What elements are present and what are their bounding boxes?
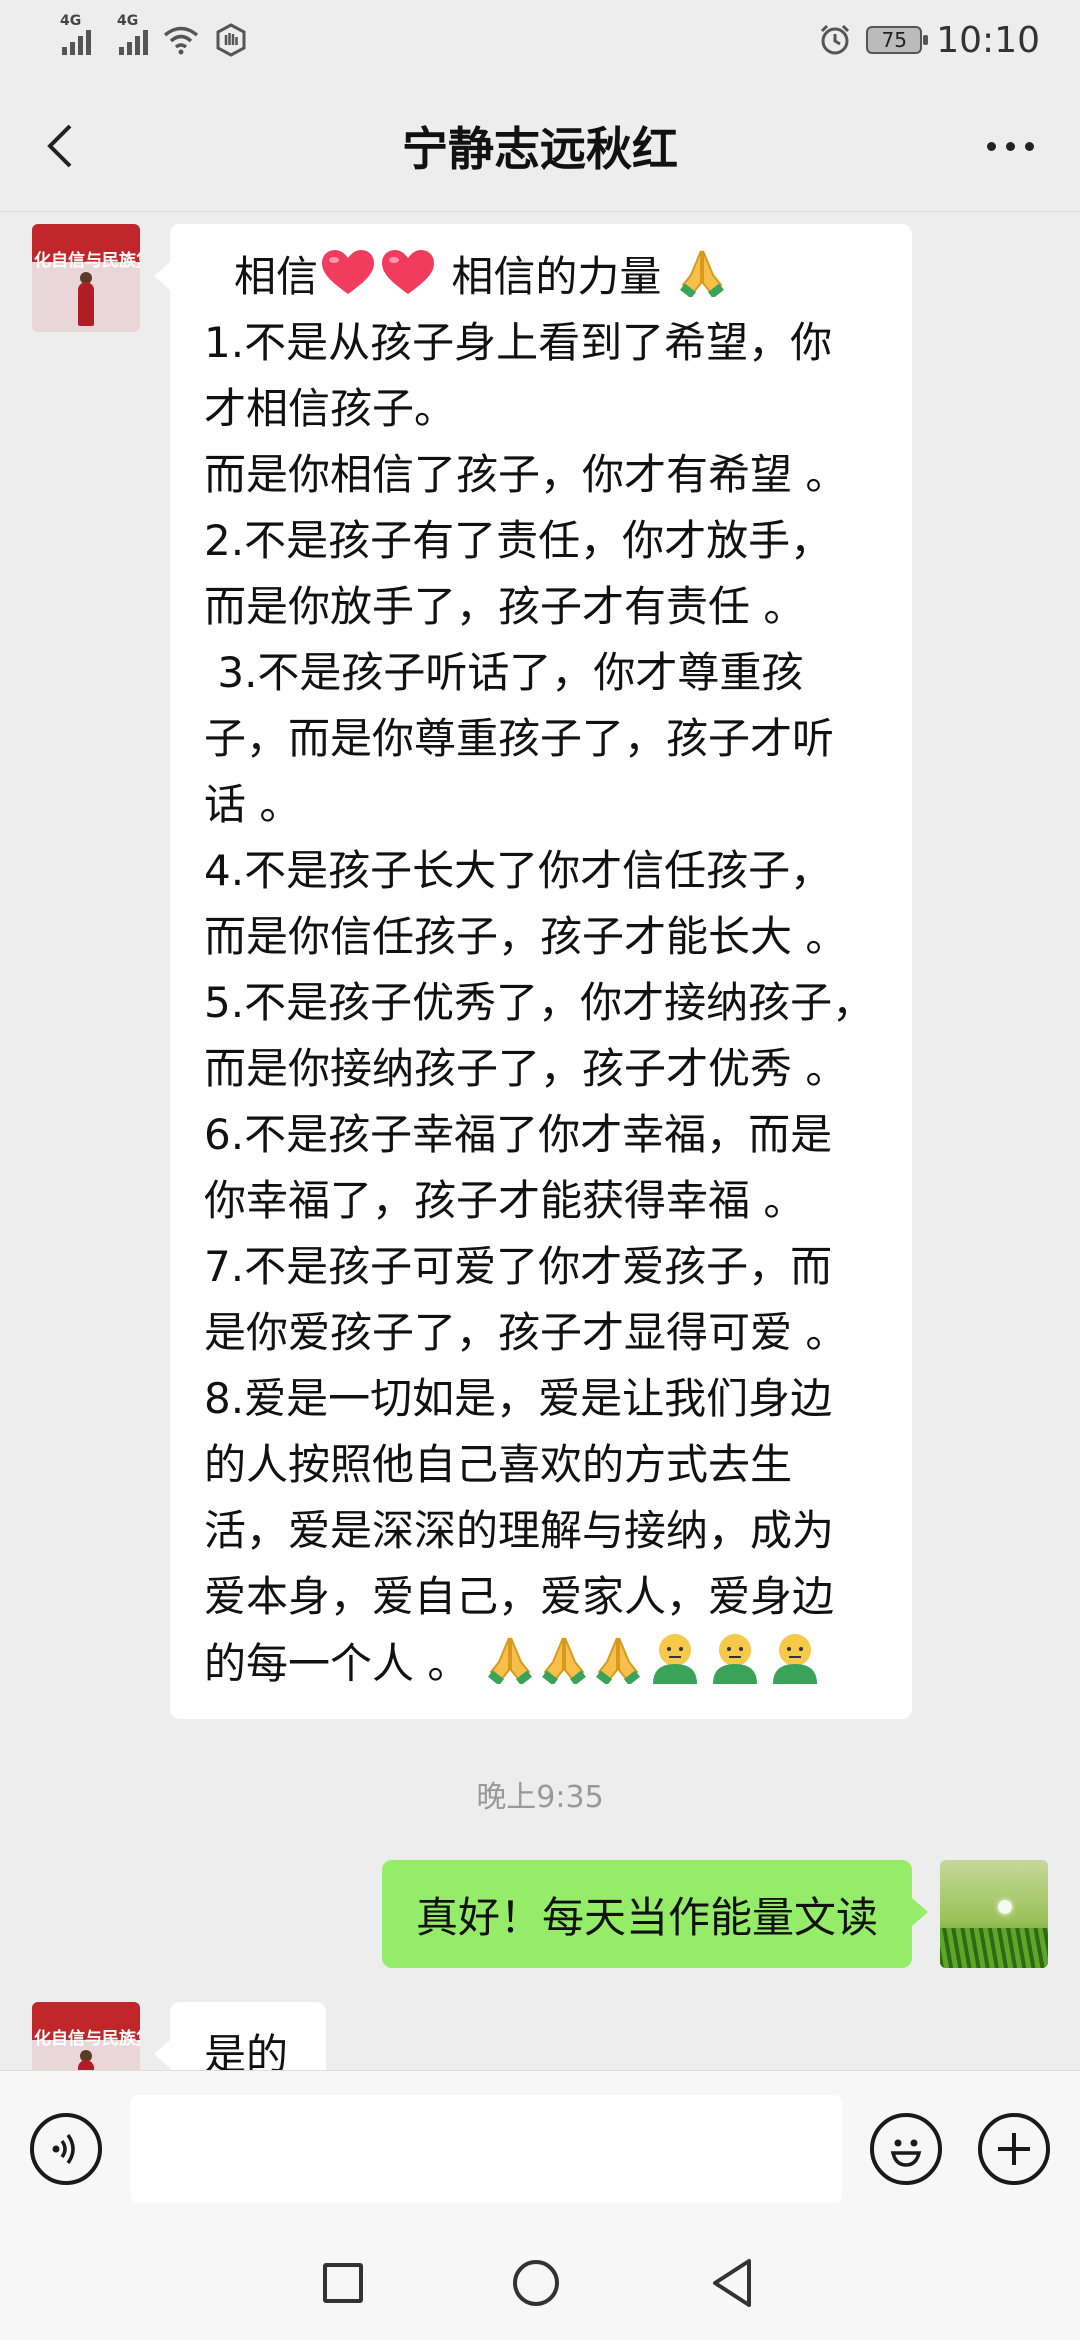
pray-icon xyxy=(679,250,724,297)
avatar-caption: 化自信与民族复 xyxy=(34,2029,140,2049)
chat-messages[interactable]: 化自信与民族复 相信 相信的力量 1.不是从孩子身上看到了希望，你 才相信孩子。… xyxy=(0,212,1080,2070)
message-line: 5.不是孩子优秀了，你才接纳孩子， xyxy=(204,978,875,1027)
message-line: 1.不是从孩子身上看到了希望，你 xyxy=(204,318,833,367)
back-button[interactable] xyxy=(30,114,94,178)
avatar-caption: 化自信与民族复 xyxy=(34,251,140,271)
system-nav-bar xyxy=(0,2226,1080,2340)
chat-header: 宁静志远秋红 xyxy=(0,80,1080,212)
alarm-icon xyxy=(821,24,850,55)
signal-icon-2: 4G xyxy=(117,13,148,55)
voice-button[interactable] xyxy=(30,2113,102,2185)
emoji-icon xyxy=(890,2139,922,2167)
avatar-grass xyxy=(940,1928,1048,1968)
avatar-person-figure xyxy=(78,2060,94,2070)
person-icon xyxy=(652,1634,697,1684)
status-left: 4G 4G xyxy=(60,13,248,57)
plus-icon xyxy=(998,2133,1030,2165)
message-line: 3.不是孩子听话了，你才尊重孩 xyxy=(204,648,804,697)
message-line: 子，而是你尊重孩子了，孩子才听 xyxy=(204,714,835,763)
message-line: 你幸福了，孩子才能获得幸福 。 xyxy=(204,1176,806,1225)
message-text: 的每一个人 。 xyxy=(204,1639,470,1688)
message-bubble-incoming[interactable]: 相信 相信的力量 1.不是从孩子身上看到了希望，你 才相信孩子。 而是你相信了孩… xyxy=(154,224,912,1719)
message-line: 8.爱是一切如是，爱是让我们身边 xyxy=(204,1374,833,1423)
chat-title: 宁静志远秋红 xyxy=(402,121,678,176)
input-bar xyxy=(0,2070,1080,2226)
message-text: 相信 xyxy=(234,252,319,301)
message-line: 才相信孩子。 xyxy=(204,384,457,433)
message-timestamp: 晚上9:35 xyxy=(476,1780,604,1815)
message-text: 真好！每天当作能量文读 xyxy=(415,1892,878,1942)
person-icon xyxy=(712,1634,757,1684)
message-bubble-outgoing[interactable]: 真好！每天当作能量文读 xyxy=(381,1860,929,1968)
message-text: 相信的力量 xyxy=(451,252,662,301)
message-text: 是的 xyxy=(204,2030,289,2070)
my-avatar[interactable] xyxy=(940,1860,1048,1968)
battery-level: 75 xyxy=(881,28,907,52)
message-line: 4.不是孩子长大了你才信任孩子， xyxy=(204,846,833,895)
message-line: 话 。 xyxy=(204,780,302,829)
message-line: 而是你相信了孩子，你才有希望 。 xyxy=(204,450,848,499)
avatar-person-figure xyxy=(78,282,94,326)
plus-button[interactable] xyxy=(978,2113,1050,2185)
pray-icon xyxy=(595,1637,640,1684)
more-icon-dot xyxy=(1024,141,1034,151)
message-last-line: 的每一个人 。 xyxy=(204,1630,886,1697)
person-icon xyxy=(772,1634,817,1684)
nav-back-icon[interactable] xyxy=(709,2257,757,2309)
hand-icon xyxy=(216,23,246,57)
more-icon-dot xyxy=(986,141,996,151)
pray-icon xyxy=(541,1637,586,1684)
message-bubble-incoming[interactable]: 是的 xyxy=(154,2002,326,2070)
message-line: 而是你放手了，孩子才有责任 。 xyxy=(204,582,806,631)
voice-icon xyxy=(52,2133,75,2165)
message-first-line: 相信 相信的力量 xyxy=(204,244,886,310)
home-button[interactable] xyxy=(513,2260,559,2306)
message-line: 爱本身，爱自己，爱家人，爱身边 xyxy=(204,1572,835,1621)
contact-avatar[interactable]: 化自信与民族复 xyxy=(32,224,140,332)
message-line: 而是你接纳孩子了，孩子才优秀 。 xyxy=(204,1044,848,1093)
network-type-label-2: 4G xyxy=(117,13,139,29)
more-icon-dot xyxy=(1005,141,1015,151)
message-line: 7.不是孩子可爱了你才爱孩子，而 xyxy=(204,1242,833,1291)
emoji-button[interactable] xyxy=(870,2113,942,2185)
message-line: 2.不是孩子有了责任，你才放手， xyxy=(204,516,833,565)
message-line: 活，爱是深深的理解与接纳，成为 xyxy=(204,1506,835,1555)
message-input[interactable] xyxy=(130,2095,842,2203)
more-button[interactable] xyxy=(970,114,1050,178)
back-icon xyxy=(47,124,72,168)
recents-button[interactable] xyxy=(323,2263,363,2303)
message-line: 是你爱孩子了，孩子才显得可爱 。 xyxy=(204,1308,848,1357)
heart-icon xyxy=(322,250,375,294)
heart-icon xyxy=(382,250,435,294)
signal-icon: 4G xyxy=(60,13,91,55)
status-right: 75 10:10 xyxy=(818,20,1040,61)
pray-icon xyxy=(487,1637,532,1684)
message-line: 而是你信任孩子，孩子才能长大 。 xyxy=(204,912,848,961)
network-type-label: 4G xyxy=(60,13,82,29)
message-line: 6.不是孩子幸福了你才幸福，而是 xyxy=(204,1110,833,1159)
contact-avatar[interactable]: 化自信与民族复 xyxy=(32,2002,140,2070)
message-line: 的人按照他自己喜欢的方式去生 xyxy=(204,1440,793,1489)
wifi-icon xyxy=(163,26,199,55)
clock: 10:10 xyxy=(936,19,1040,61)
battery-icon: 75 xyxy=(866,26,929,54)
avatar-water-drop xyxy=(998,1900,1012,1914)
status-bar: 4G 4G 75 10:10 xyxy=(0,0,1080,80)
